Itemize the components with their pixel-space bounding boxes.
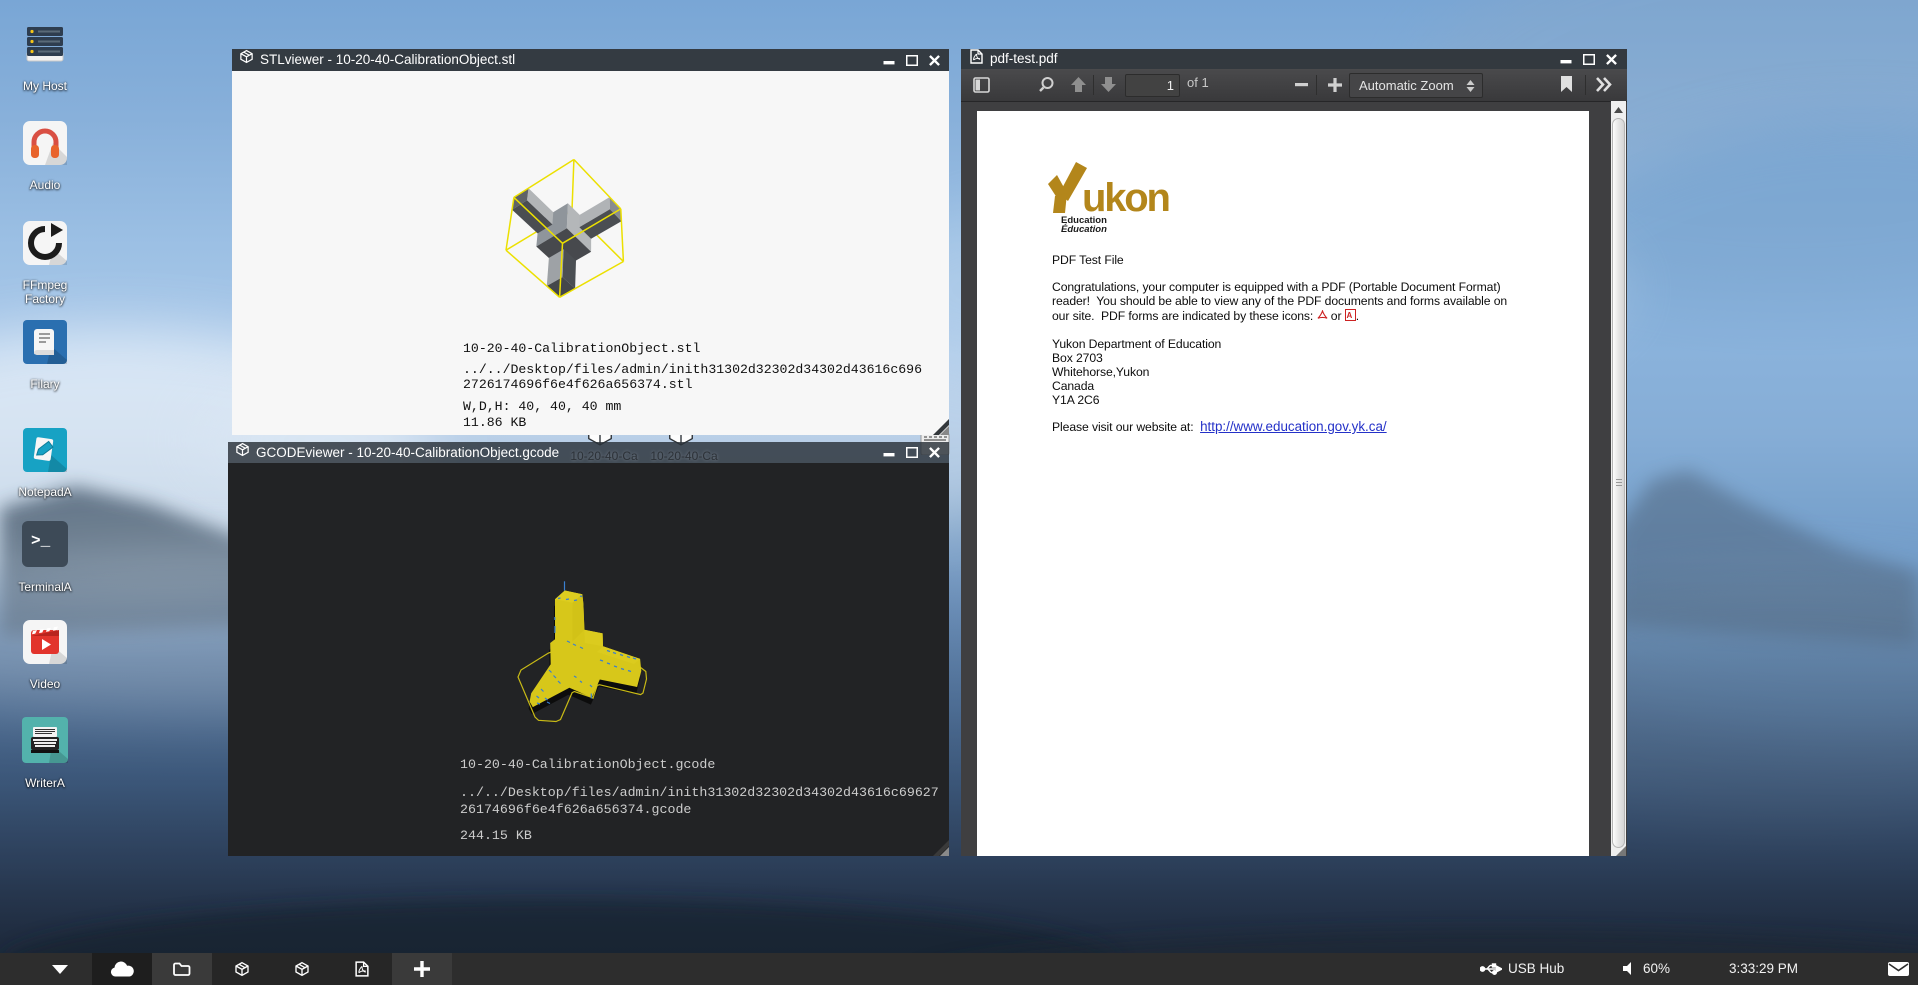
svg-text:A: A [1346, 311, 1352, 320]
svg-text:>_: >_ [31, 532, 51, 550]
